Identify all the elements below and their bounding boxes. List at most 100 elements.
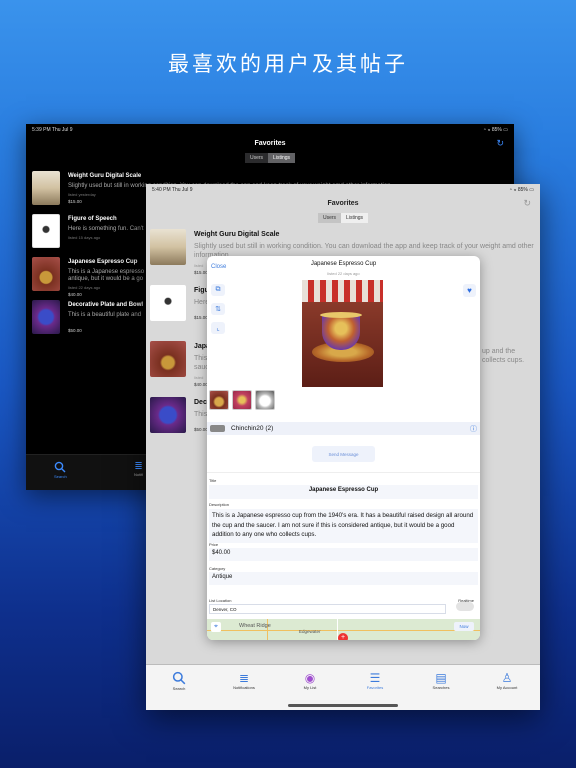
status-bar: 5:39 PM Thu Jul 9 ◔ ◒ 85% ▭ [26, 124, 514, 136]
listing-title: Figure of Speech [68, 216, 117, 222]
tab-search[interactable]: Search [154, 671, 204, 691]
listing-photo[interactable] [302, 280, 383, 387]
photo-thumbnail[interactable] [209, 390, 229, 410]
listing-desc: This is a beautiful plate and [68, 312, 142, 318]
map-now-button[interactable]: Now [454, 622, 474, 631]
tab-label: Notifi [134, 472, 144, 477]
photo-thumbnails [209, 390, 275, 410]
price-label: Price [209, 542, 219, 547]
refresh-icon[interactable]: ↻ [496, 138, 504, 149]
listing-thumbnail [32, 171, 60, 205]
segmented-control[interactable]: Users Listings [146, 213, 540, 223]
divider [207, 472, 480, 473]
account-icon: ♙ [501, 671, 513, 685]
seller-row[interactable]: Chinchin20 (2) ⓘ [207, 422, 480, 435]
search-icon [172, 671, 186, 685]
realtime-toggle[interactable] [456, 602, 474, 611]
status-time: 5:40 PM Thu Jul 9 [152, 187, 193, 193]
tab-notifications[interactable]: ≣ Notifi [134, 461, 143, 477]
listing-detail-modal: Close Japanese Espresso Cup listed 22 da… [207, 256, 480, 640]
tab-label: Searches [432, 685, 450, 690]
status-time: 5:39 PM Thu Jul 9 [32, 127, 73, 133]
listing-desc: This is a Japanese espresso [68, 269, 145, 275]
crop-icon: ⌞ [216, 325, 220, 332]
tab-my-list[interactable]: ◉ My List [285, 671, 335, 690]
listing-meta: listed 15 days ago [68, 235, 101, 240]
listing-title: Japanese Espresso Cup [68, 259, 138, 265]
info-icon[interactable]: ⓘ [470, 424, 477, 434]
tab-notifications[interactable]: ≣ Notifications [219, 671, 269, 690]
seller-name: Chinchin20 (2) [231, 425, 274, 432]
my-list-icon: ◉ [304, 671, 316, 685]
tab-label: Search [54, 474, 67, 479]
notifications-icon: ≣ [238, 671, 250, 685]
modal-subtitle: listed 22 days ago [327, 271, 360, 276]
tab-label: My Account [496, 685, 518, 690]
listing-title: Weight Guru Digital Scale [68, 173, 142, 179]
favorite-heart-button[interactable]: ♥ [463, 284, 476, 297]
title-label: Title [209, 478, 217, 483]
listing-desc: Here is something fun. Can't [68, 226, 144, 232]
crop-button[interactable]: ⌞ [211, 322, 225, 334]
listing-thumbnail [32, 257, 60, 291]
headline: 最喜欢的用户及其帖子 [168, 52, 408, 76]
favorites-icon: ☰ [369, 671, 381, 685]
listing-desc-right: up and the [482, 348, 516, 355]
listing-title: Decorative Plate and Bowl [68, 302, 144, 308]
listing-thumbnail [150, 229, 186, 265]
status-battery: ◔ ◒ 85% ▭ [509, 187, 534, 193]
location-label: List Location [209, 598, 232, 603]
listing-thumbnail [150, 341, 186, 377]
searches-icon: ▤ [435, 671, 447, 685]
modal-title: Japanese Espresso Cup [310, 261, 377, 267]
tab-searches[interactable]: ▤ Searches [416, 671, 466, 690]
tab-label: Notifications [233, 685, 255, 690]
listing-title: Weight Guru Digital Scale [194, 231, 280, 238]
refresh-icon[interactable]: ↻ [523, 198, 531, 209]
swap-icon: ⇅ [215, 306, 221, 313]
tab-search[interactable]: Search [54, 461, 67, 479]
search-icon [55, 461, 66, 473]
listing-thumbnail [150, 285, 186, 321]
segment-listings[interactable]: Listings [268, 153, 295, 163]
page-title: Favorites [327, 200, 359, 207]
segment-listings[interactable]: Listings [341, 213, 368, 223]
listing-thumbnail [150, 397, 186, 433]
tab-favorites[interactable]: ☰ Favorites [350, 671, 400, 690]
description-field[interactable]: This is a Japanese espresso cup from the… [209, 509, 478, 543]
notifications-icon: ≣ [134, 461, 143, 472]
listing-desc-right-2: collects cups. [482, 357, 525, 364]
status-battery: ◔ ◒ 85% ▭ [483, 127, 508, 133]
listing-thumbnail [32, 214, 60, 248]
page-title: Favorites [254, 140, 286, 147]
segment-users[interactable]: Users [317, 213, 342, 223]
listing-price: $50.00 [68, 328, 82, 333]
location-map[interactable]: ⌖ Wheat Ridge Edgewater + Now [207, 619, 480, 640]
send-message-button[interactable]: Send Message [312, 446, 375, 462]
photo-thumbnail[interactable] [255, 390, 275, 410]
segment-users[interactable]: Users [244, 153, 269, 163]
location-field[interactable]: Denver, CO [209, 604, 446, 614]
copy-icon: ⧉ [215, 286, 221, 293]
title-field[interactable]: Japanese Espresso Cup [209, 485, 478, 499]
tab-my-account[interactable]: ♙ My Account [482, 671, 532, 690]
tab-label: My List [303, 685, 317, 690]
status-bar: 5:40 PM Thu Jul 9 ◔ ◒ 85% ▭ [146, 184, 540, 196]
listing-price: $40.00 [68, 292, 82, 297]
price-field[interactable]: $40.00 [209, 548, 478, 561]
copy-button[interactable]: ⧉ [211, 284, 225, 296]
segmented-control[interactable]: Users Listings [26, 153, 514, 163]
listing-desc-2: antique, but it would be a go [68, 276, 144, 282]
category-field[interactable]: Antique [209, 572, 478, 585]
photo-thumbnail[interactable] [232, 390, 252, 410]
map-pin-icon: + [338, 633, 348, 640]
listing-thumbnail [32, 300, 60, 334]
description-label: Description [209, 502, 230, 507]
avatar [210, 425, 225, 432]
map-label: Edgewater [299, 629, 321, 634]
listing-meta: listed 22 days ago [68, 285, 101, 290]
heart-icon: ♥ [467, 286, 472, 295]
tab-bar: Search ≣ Notifications ◉ My List ☰ Favor… [146, 664, 540, 710]
sort-button[interactable]: ⇅ [211, 303, 225, 315]
locate-icon[interactable]: ⌖ [211, 622, 221, 632]
